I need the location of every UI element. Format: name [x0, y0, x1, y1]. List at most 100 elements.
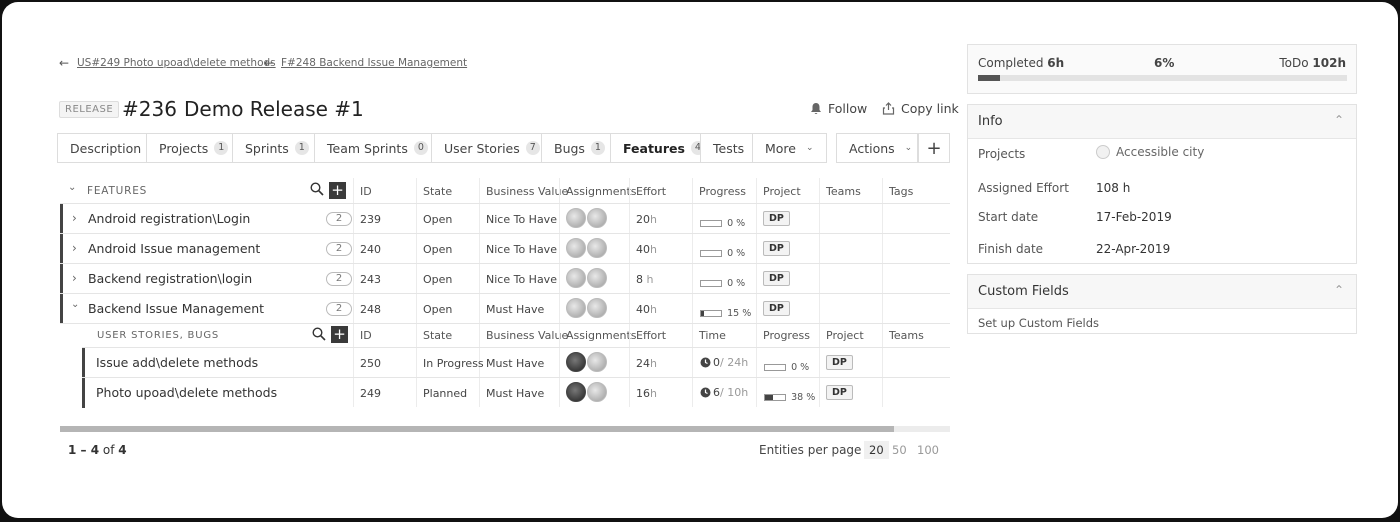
story-business-value[interactable]: Must Have — [486, 387, 544, 400]
add-feature-button[interactable]: + — [329, 182, 346, 199]
feature-name[interactable]: Android registration\Login — [88, 211, 250, 226]
info-value-start-date[interactable]: 17-Feb-2019 — [1096, 210, 1172, 224]
column-header-assignments[interactable]: Assignments — [566, 329, 637, 342]
avatar[interactable] — [566, 298, 586, 318]
story-business-value[interactable]: Must Have — [486, 357, 544, 370]
column-header-teams[interactable]: Teams — [889, 329, 924, 342]
search-icon[interactable] — [312, 327, 326, 341]
avatar[interactable] — [566, 268, 586, 288]
search-icon[interactable] — [310, 182, 324, 196]
collapse-icon[interactable]: ⌃ — [1334, 113, 1344, 127]
copy-link-button[interactable]: Copy link — [882, 101, 959, 116]
column-header-tags[interactable]: Tags — [889, 185, 913, 198]
collapse-chevron-icon[interactable]: ⌄ — [68, 182, 76, 193]
column-header-time[interactable]: Time — [699, 329, 726, 342]
avatar[interactable] — [587, 238, 607, 258]
page-title[interactable]: Demo Release #1 — [184, 97, 364, 121]
column-header-business-value[interactable]: Business Value — [486, 185, 568, 198]
avatar[interactable] — [587, 268, 607, 288]
info-panel-header[interactable]: Info ⌃ — [968, 105, 1356, 139]
avatar[interactable] — [566, 238, 586, 258]
avatar[interactable] — [587, 382, 607, 402]
feature-business-value[interactable]: Nice To Have — [486, 213, 557, 226]
column-header-progress[interactable]: Progress — [699, 185, 746, 198]
table-row[interactable]: › Android registration\Login 2 239 Open … — [60, 204, 950, 234]
time-tracker[interactable]: 6/ 10h — [700, 386, 748, 399]
column-header-id[interactable]: ID — [360, 185, 372, 198]
collapse-chevron-icon[interactable]: ⌄ — [71, 299, 79, 310]
feature-effort[interactable]: 40h — [636, 303, 657, 316]
info-value-finish-date[interactable]: 22-Apr-2019 — [1096, 242, 1170, 256]
back-arrow-icon[interactable]: ← — [264, 56, 274, 70]
horizontal-scrollbar-thumb[interactable] — [60, 426, 894, 432]
avatar[interactable] — [566, 382, 586, 402]
table-row[interactable]: › Android Issue management 2 240 Open Ni… — [60, 234, 950, 264]
feature-state[interactable]: Open — [423, 273, 452, 286]
collapse-icon[interactable]: ⌃ — [1334, 283, 1344, 297]
expand-chevron-icon[interactable]: › — [72, 241, 77, 255]
tab-user-stories[interactable]: User Stories 7 — [431, 133, 542, 163]
feature-business-value[interactable]: Must Have — [486, 303, 544, 316]
column-header-assignments[interactable]: Assignments — [566, 185, 637, 198]
column-header-state[interactable]: State — [423, 185, 452, 198]
expand-chevron-icon[interactable]: › — [72, 211, 77, 225]
table-row[interactable]: Issue add\delete methods 250 In Progress… — [82, 348, 950, 378]
setup-custom-fields-link[interactable]: Set up Custom Fields — [978, 316, 1099, 330]
column-header-state[interactable]: State — [423, 329, 452, 342]
story-effort[interactable]: 16h — [636, 387, 657, 400]
project-badge[interactable]: DP — [763, 241, 790, 256]
feature-state[interactable]: Open — [423, 243, 452, 256]
feature-business-value[interactable]: Nice To Have — [486, 273, 557, 286]
back-arrow-icon[interactable]: ← — [59, 56, 69, 70]
story-effort[interactable]: 24h — [636, 357, 657, 370]
tab-description[interactable]: Description — [57, 133, 147, 163]
tab-bugs[interactable]: Bugs 1 — [541, 133, 611, 163]
tab-more[interactable]: More ⌄ — [752, 133, 827, 163]
story-name[interactable]: Issue add\delete methods — [96, 355, 258, 370]
feature-state[interactable]: Open — [423, 303, 452, 316]
feature-name[interactable]: Backend registration\login — [88, 271, 252, 286]
avatar[interactable] — [566, 208, 586, 228]
column-header-id[interactable]: ID — [360, 329, 372, 342]
avatar[interactable] — [587, 298, 607, 318]
project-badge[interactable]: DP — [763, 211, 790, 226]
feature-name[interactable]: Android Issue management — [88, 241, 260, 256]
column-header-effort[interactable]: Effort — [636, 329, 666, 342]
actions-menu-button[interactable]: Actions ⌄ — [836, 133, 918, 163]
per-page-option-50[interactable]: 50 — [892, 443, 907, 457]
add-tab-button[interactable]: + — [918, 133, 950, 163]
feature-state[interactable]: Open — [423, 213, 452, 226]
feature-effort[interactable]: 20h — [636, 213, 657, 226]
column-header-teams[interactable]: Teams — [826, 185, 861, 198]
avatar[interactable] — [587, 208, 607, 228]
feature-name[interactable]: Backend Issue Management — [88, 301, 264, 316]
column-header-project[interactable]: Project — [826, 329, 864, 342]
feature-effort[interactable]: 8 h — [636, 273, 653, 286]
project-badge[interactable]: DP — [763, 301, 790, 316]
story-state[interactable]: Planned — [423, 387, 467, 400]
tab-tests[interactable]: Tests — [700, 133, 753, 163]
avatar[interactable] — [566, 352, 586, 372]
time-tracker[interactable]: 0/ 24h — [700, 356, 748, 369]
avatar[interactable] — [587, 352, 607, 372]
breadcrumb-user-story-link[interactable]: US#249 Photo upoad\delete methods — [77, 57, 276, 69]
table-row[interactable]: Photo upoad\delete methods 249 Planned M… — [82, 378, 950, 408]
expand-chevron-icon[interactable]: › — [72, 271, 77, 285]
column-header-project[interactable]: Project — [763, 185, 801, 198]
story-name[interactable]: Photo upoad\delete methods — [96, 385, 277, 400]
add-child-button[interactable]: + — [331, 326, 348, 343]
column-header-effort[interactable]: Effort — [636, 185, 666, 198]
follow-button[interactable]: Follow — [810, 101, 867, 116]
column-header-progress[interactable]: Progress — [763, 329, 810, 342]
table-row[interactable]: › Backend registration\login 2 243 Open … — [60, 264, 950, 294]
tab-sprints[interactable]: Sprints 1 — [232, 133, 315, 163]
project-badge[interactable]: DP — [826, 355, 853, 370]
tab-projects[interactable]: Projects 1 — [146, 133, 233, 163]
per-page-option-20[interactable]: 20 — [864, 441, 889, 459]
column-header-business-value[interactable]: Business Value — [486, 329, 568, 342]
feature-effort[interactable]: 40h — [636, 243, 657, 256]
tab-features[interactable]: Features 4 — [610, 133, 705, 163]
project-badge[interactable]: DP — [763, 271, 790, 286]
per-page-option-100[interactable]: 100 — [917, 443, 939, 457]
project-badge[interactable]: DP — [826, 385, 853, 400]
